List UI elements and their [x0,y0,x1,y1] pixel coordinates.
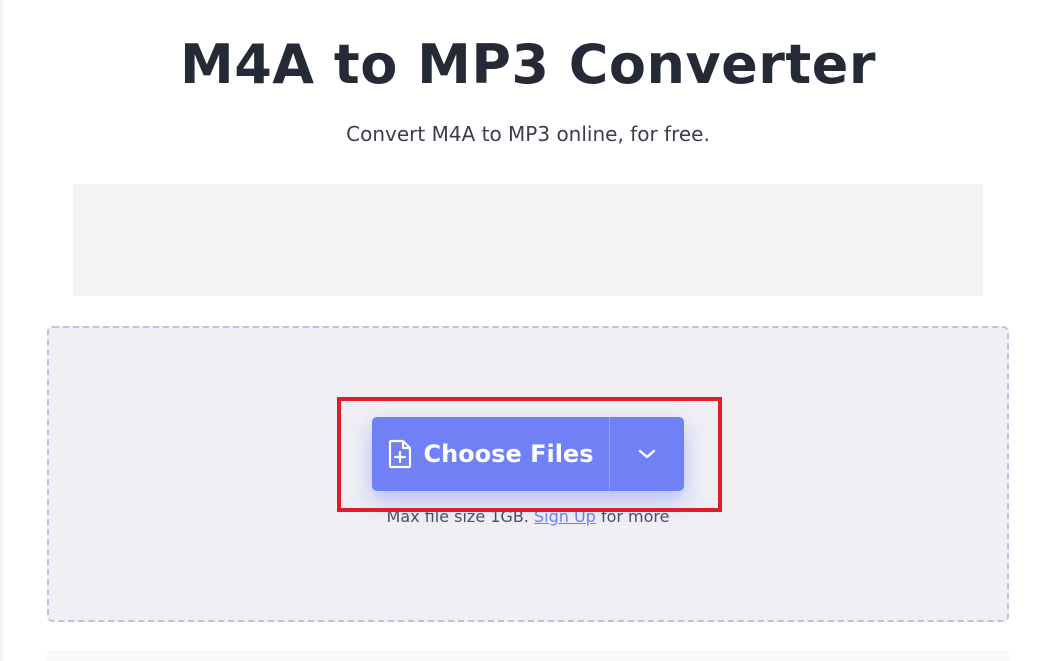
file-plus-icon [387,439,413,469]
page-title: M4A to MP3 Converter [180,33,876,96]
upload-source-dropdown-button[interactable] [610,417,684,491]
max-size-suffix: for more [600,507,670,526]
choose-files-label: Choose Files [423,440,594,468]
ad-placeholder [73,184,983,296]
max-file-size-note: Max file size 1GB. Sign Up for more [0,506,1051,528]
sign-up-link[interactable]: Sign Up [534,507,596,526]
page-subtitle: Convert M4A to MP3 online, for free. [346,122,710,146]
max-size-text: Max file size 1GB. [386,507,529,526]
choose-files-group: Choose Files [372,417,684,491]
page: M4A to MP3 Converter Convert M4A to MP3 … [0,0,1051,661]
chevron-down-icon [637,445,657,464]
choose-files-button[interactable]: Choose Files [372,417,609,491]
bottom-section-edge [47,650,1009,661]
